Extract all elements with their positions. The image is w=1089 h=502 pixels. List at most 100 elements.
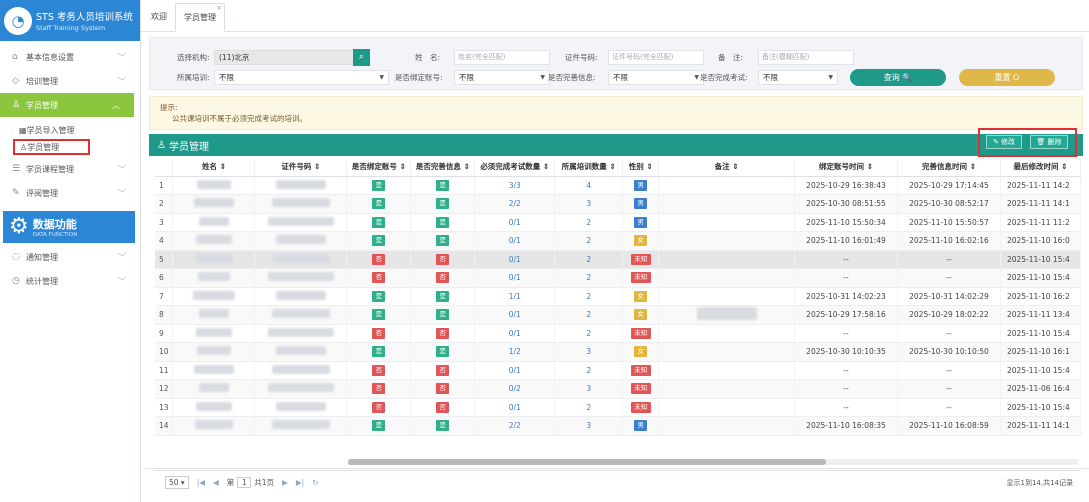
bind-cell: 是	[346, 305, 412, 325]
table-row[interactable]: 1 是 是 3/3 4 男 2025-10-29 16:38:43 2025-10-29 17…	[155, 176, 1081, 195]
page-size-select[interactable]: 50 ▾	[165, 476, 189, 489]
tab-student-manage[interactable]: 学员管理 ×	[175, 3, 225, 32]
table-row[interactable]: 6 否否 0/1 2 未知 -- -- 2025-11-10 15:4	[155, 268, 1081, 288]
horizontal-scrollbar[interactable]	[348, 459, 1078, 465]
column-header[interactable]: 绑定账号时间 ⇕	[794, 158, 898, 177]
training-count-cell[interactable]: 2	[554, 398, 624, 417]
sidebar-item-notice[interactable]: ◌ 通知管理 ﹀	[0, 245, 140, 269]
complete-info-select[interactable]: 不限 ▼	[608, 70, 704, 85]
exam-count-cell[interactable]: 2/2	[474, 416, 556, 436]
table-row[interactable]: 8 是 是 0/1 2 女 2025-10-29 17:58:16 2025-10-29 18…	[155, 305, 1081, 325]
exam-count-cell[interactable]: 0/1	[474, 250, 556, 269]
note-cell	[658, 361, 796, 380]
column-header[interactable]: 姓名 ⇕	[172, 158, 256, 177]
complete-exam-select[interactable]: 不限 ▼	[758, 70, 838, 85]
training-select[interactable]: 不限 ▼	[214, 70, 389, 85]
exam-count-cell[interactable]: 0/1	[474, 268, 556, 288]
exam-count-cell[interactable]: 0/1	[474, 213, 556, 232]
bind-account-select[interactable]: 不限 ▼	[454, 70, 550, 85]
table-row[interactable]: 2 是 是 2/2 3 男 2025-10-30 08:51:55 2025-10-30 08…	[155, 194, 1081, 214]
sidebar-item-training[interactable]: ◇ 培训管理 ﹀	[0, 69, 140, 93]
home-icon: ⌂	[12, 52, 18, 62]
next-page-icon[interactable]: ▶	[282, 478, 288, 487]
training-count-cell[interactable]: 2	[554, 287, 624, 306]
training-count-cell[interactable]: 4	[554, 176, 624, 195]
table-row[interactable]: 11 否否 0/1 2 未知 -- -- 2025-11-10 15:4	[155, 361, 1081, 380]
last-page-icon[interactable]: ▶|	[296, 478, 304, 487]
exam-count-cell[interactable]: 0/1	[474, 398, 556, 417]
sidebar-item-students[interactable]: ♙ 学员管理 ︿	[0, 93, 134, 117]
table-row[interactable]: 4 是是 0/1 2 女 2025-11-10 16:01:49 2025-11-10 16…	[155, 231, 1081, 251]
table-row[interactable]: 13 否否 0/1 2 未知 -- -- 2025-11-10 15:4	[155, 398, 1081, 417]
table-row[interactable]: 7 是 是 1/1 2 女 2025-10-31 14:02:23 2025-10-31 14…	[155, 287, 1081, 306]
exam-count-cell[interactable]: 0/2	[474, 379, 556, 399]
scrollbar-thumb[interactable]	[348, 459, 826, 465]
prev-page-icon[interactable]: ◀	[213, 478, 219, 487]
exam-count-cell[interactable]: 0/1	[474, 305, 556, 325]
name-input[interactable]: 姓名(完全匹配)	[454, 50, 550, 65]
column-header[interactable]: 完善信息时间 ⇕	[897, 158, 1001, 177]
sex-badge: 未知	[630, 364, 651, 376]
table-row[interactable]: 12 否否 0/2 3 未知 -- -- 2025-11-06 16:4	[155, 379, 1081, 399]
edit-button[interactable]: ✎ 修改	[986, 135, 1022, 149]
table-row[interactable]: 14 是 是 2/2 3 男 2025-11-10 16:08:35 2025-11-10 1…	[155, 416, 1081, 436]
user-icon: ♙	[20, 142, 28, 152]
exam-count-cell[interactable]: 1/1	[474, 287, 556, 306]
exam-count-cell[interactable]: 2/2	[474, 194, 556, 214]
sidebar-subitem-student-manage[interactable]: ♙ 学员管理	[13, 139, 90, 155]
first-page-icon[interactable]: |◀	[197, 478, 205, 487]
training-count-cell[interactable]: 2	[554, 324, 624, 343]
search-icon[interactable]: ⌕	[353, 49, 370, 66]
close-icon[interactable]: ×	[216, 4, 222, 12]
training-count-cell[interactable]: 3	[554, 379, 624, 399]
exam-count-cell[interactable]: 0/1	[474, 361, 556, 380]
delete-button[interactable]: 🗑 删除	[1030, 135, 1068, 149]
query-button[interactable]: 查询 🔍	[850, 69, 946, 86]
column-header[interactable]: 最后修改时间 ⇕	[1000, 158, 1081, 177]
training-count-cell[interactable]: 2	[554, 361, 624, 380]
table-row[interactable]: 3 是 是 0/1 2 男 2025-11-10 15:50:34 2025-11-10 15…	[155, 213, 1081, 232]
org-select-input[interactable]: (11)北京	[214, 50, 354, 65]
tab-welcome[interactable]: 欢迎	[143, 2, 175, 31]
data-function-banner[interactable]: ⚙ 数据功能 DATA FUNCTION	[3, 211, 135, 243]
sidebar-subitem-student-import[interactable]: ▦ 学员导入管理	[0, 122, 140, 139]
table-row[interactable]: 9 否否 0/1 2 未知 -- -- 2025-11-10 15:4	[155, 324, 1081, 343]
table-row[interactable]: 10 是 是 1/2 3 女 2025-10-30 10:10:35 2025-10-30 1…	[155, 342, 1081, 362]
list-icon: ☰	[12, 164, 21, 174]
exam-count-cell[interactable]: 1/2	[474, 342, 556, 362]
training-count-cell[interactable]: 3	[554, 416, 624, 436]
exam-count-cell[interactable]: 0/1	[474, 231, 556, 251]
refresh-icon[interactable]: ↻	[312, 478, 318, 487]
sidebar-item-student-courses[interactable]: ☰ 学员课程管理 ﹀	[0, 157, 140, 181]
column-header[interactable]: 是否完善信息 ⇕	[410, 158, 476, 177]
reset-button[interactable]: 重置 ⭘	[959, 69, 1055, 86]
column-header[interactable]: 证件号码 ⇕	[254, 158, 348, 177]
id-number-input[interactable]: 证件号码(完全匹配)	[608, 50, 704, 65]
table-row[interactable]: 5 否否 0/1 2 未知 -- -- 2025-11-10 15:4	[155, 250, 1081, 269]
column-header[interactable]: 性别 ⇕	[622, 158, 660, 177]
sidebar-item-statistics[interactable]: ◷ 统计管理 ﹀	[0, 269, 140, 293]
import-icon: ▦	[19, 126, 27, 135]
column-header[interactable]: 所属培训数量 ⇕	[554, 158, 624, 177]
column-header[interactable]: 必须完成考试数量 ⇕	[474, 158, 556, 177]
column-header[interactable]: 是否绑定账号 ⇕	[346, 158, 412, 177]
exam-count-cell[interactable]: 0/1	[474, 324, 556, 343]
pagination-bar: 50 ▾ |◀ ◀ 第 1 共1页 ▶ ▶| ↻ 显示1到14,共14记录	[155, 470, 1081, 494]
note-input[interactable]: 备注(模糊匹配)	[758, 50, 854, 65]
training-count-cell[interactable]: 2	[554, 213, 624, 232]
column-header[interactable]: 备注 ⇕	[658, 158, 796, 177]
sidebar-item-review[interactable]: ✎ 评阅管理 ﹀	[0, 181, 140, 205]
status-badge: 是	[372, 235, 386, 247]
training-count-cell[interactable]: 3	[554, 194, 624, 214]
training-count-cell[interactable]: 2	[554, 250, 624, 269]
training-count-cell[interactable]: 2	[554, 305, 624, 325]
training-count-cell[interactable]: 2	[554, 231, 624, 251]
exam-count-cell[interactable]: 3/3	[474, 176, 556, 195]
student-table: 姓名 ⇕ 证件号码 ⇕ 是否绑定账号 ⇕ 是否完善信息 ⇕ 必须完成考试数量 ⇕ 所属培训…	[155, 158, 1081, 438]
chevron-down-icon: ﹀	[118, 252, 126, 262]
training-count-cell[interactable]: 3	[554, 342, 624, 362]
bind-time-cell: --	[794, 379, 898, 399]
training-count-cell[interactable]: 2	[554, 268, 624, 288]
page-number-input[interactable]: 1	[237, 477, 252, 488]
sidebar-item-basic-info[interactable]: ⌂ 基本信息设置 ﹀	[0, 45, 140, 69]
